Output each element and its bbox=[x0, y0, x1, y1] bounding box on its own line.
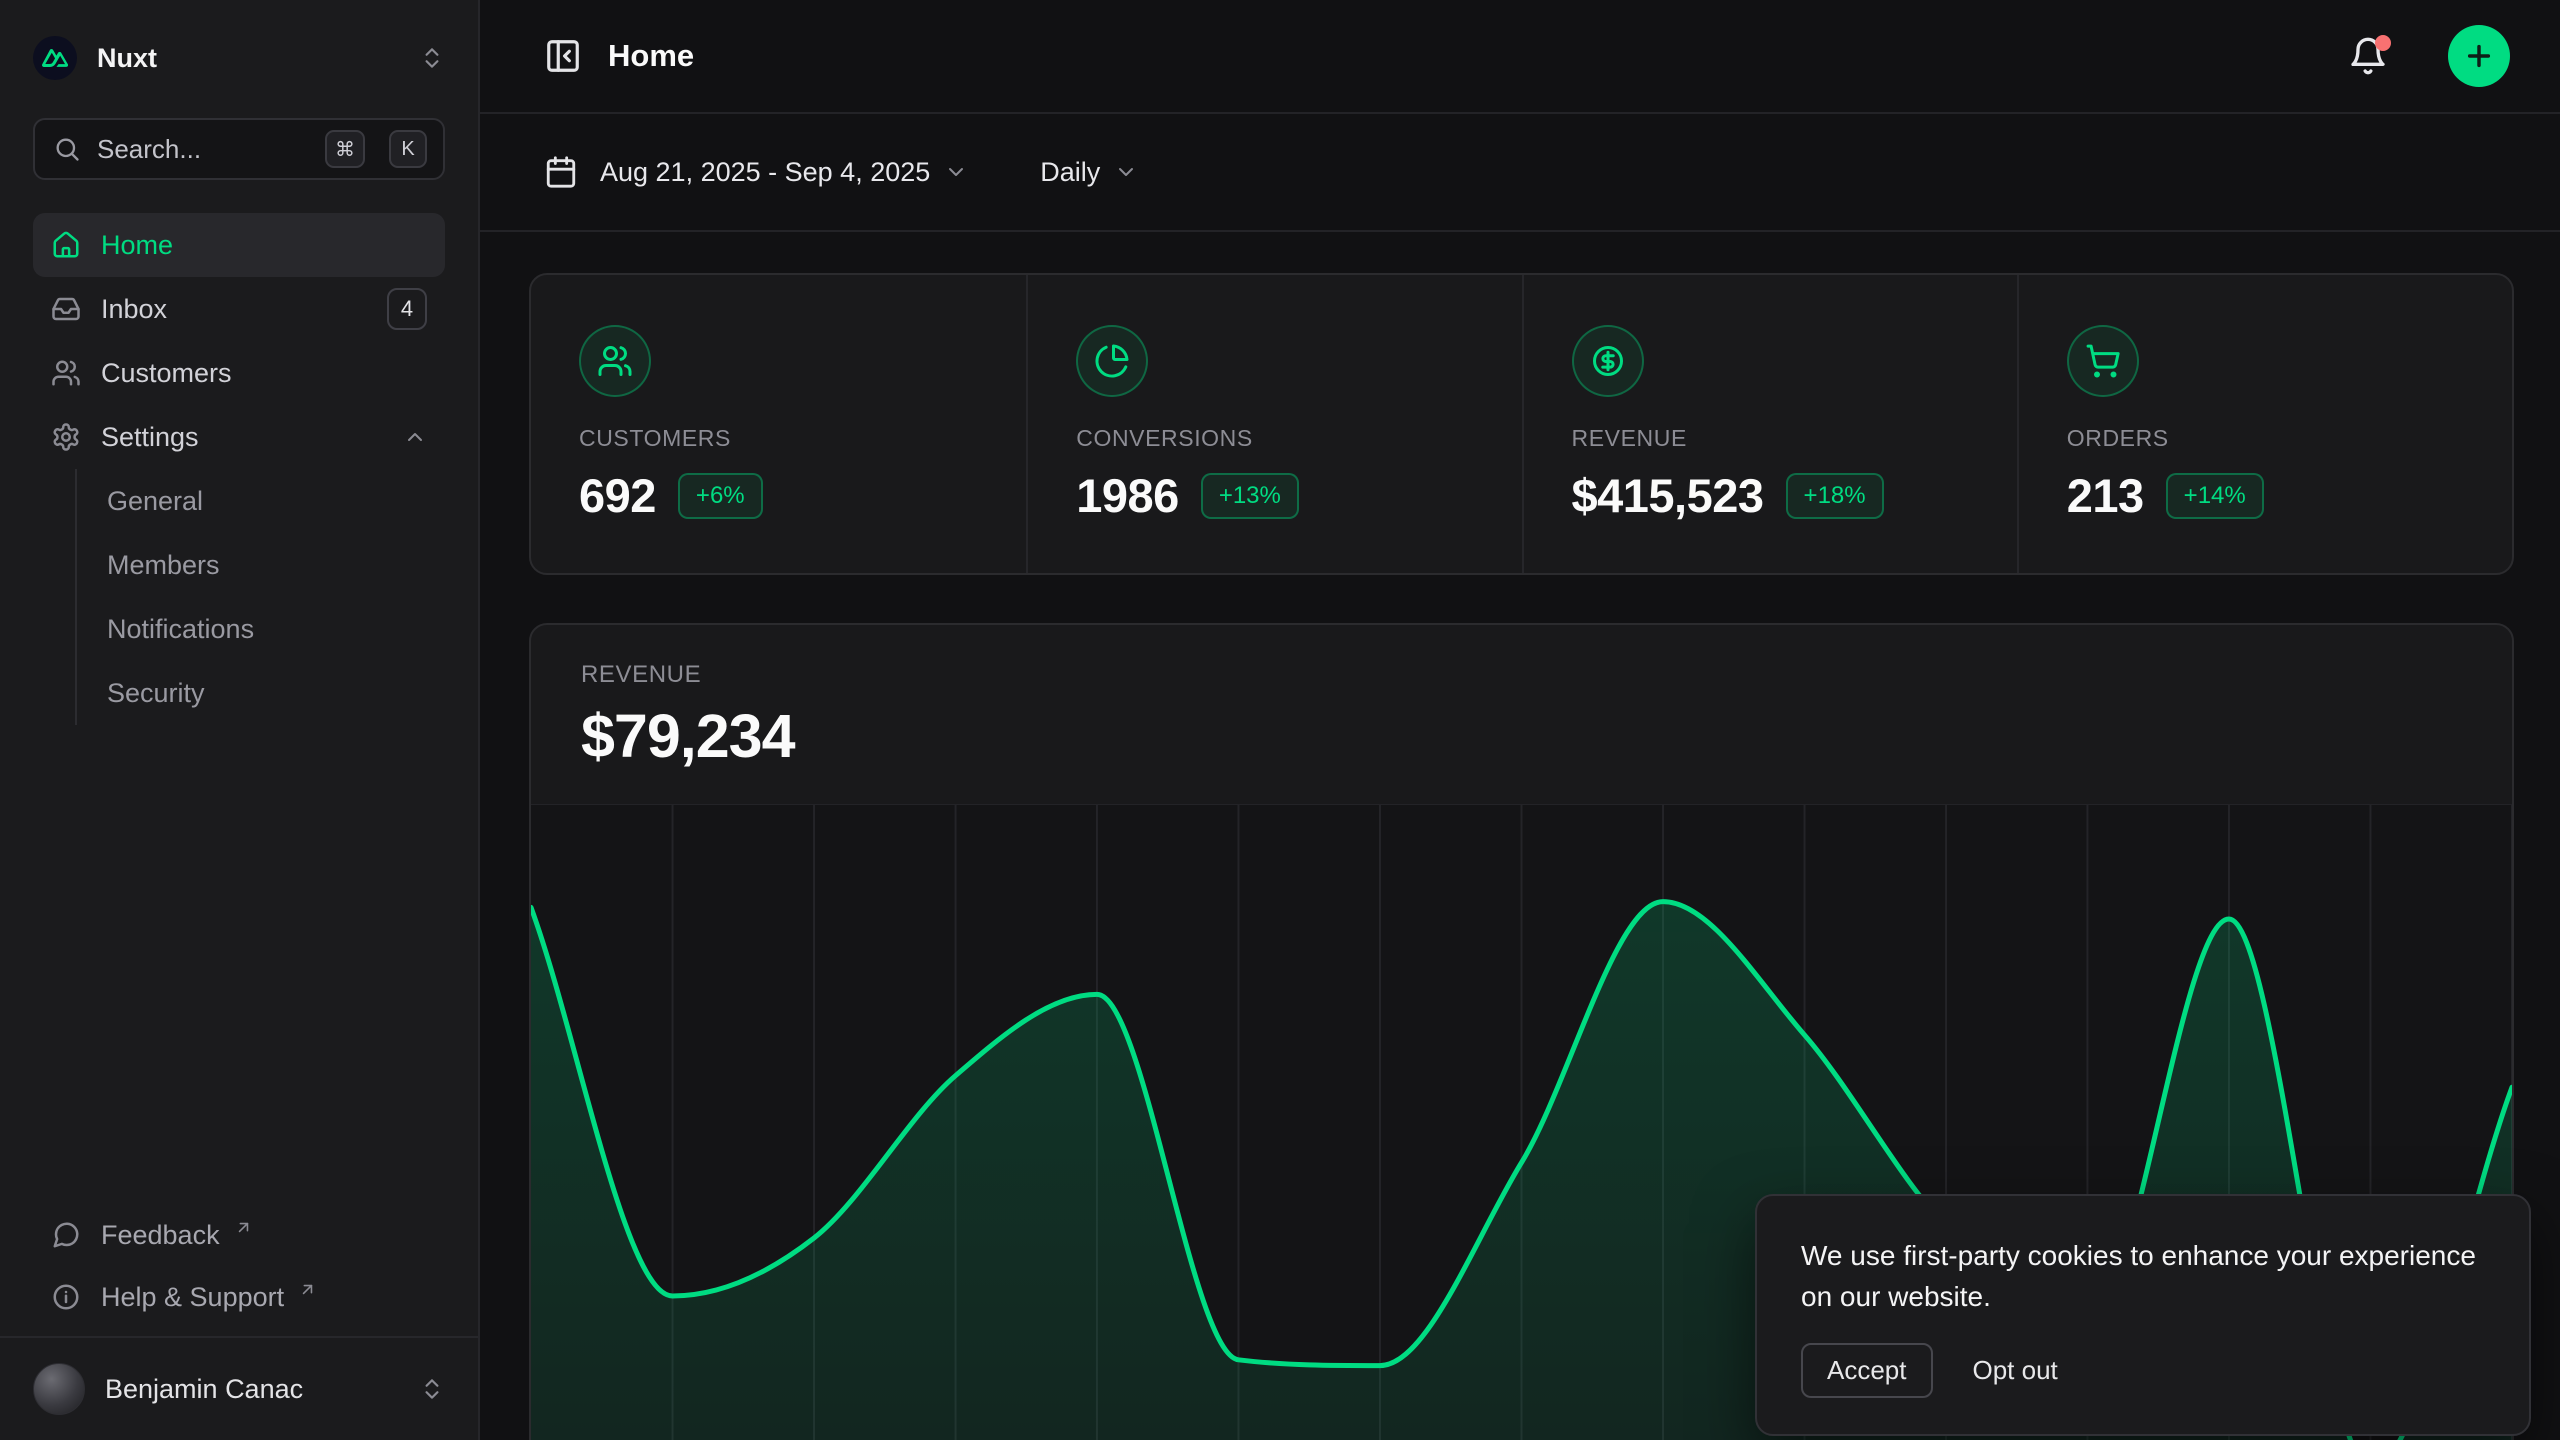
stat-icon-circle bbox=[579, 325, 651, 397]
sidebar-item-label: Security bbox=[107, 678, 205, 709]
revenue-label: REVENUE bbox=[581, 661, 2462, 689]
search-placeholder: Search... bbox=[97, 134, 309, 165]
optout-cookies-button[interactable]: Opt out bbox=[1973, 1355, 2058, 1386]
kbd-k: K bbox=[389, 130, 427, 168]
stat-customers[interactable]: CUSTOMERS 692 +6% bbox=[531, 275, 1026, 573]
page-title: Home bbox=[608, 38, 2322, 74]
revenue-card-header: REVENUE $79,234 bbox=[531, 625, 2512, 804]
user-avatar bbox=[33, 1363, 85, 1415]
granularity-label: Daily bbox=[1040, 157, 1100, 188]
calendar-icon bbox=[544, 155, 578, 189]
sidebar-item-general[interactable]: General bbox=[107, 469, 445, 533]
notification-dot bbox=[2375, 35, 2391, 51]
info-icon bbox=[51, 1282, 81, 1312]
sidebar-item-security[interactable]: Security bbox=[107, 661, 445, 725]
stat-orders[interactable]: ORDERS 213 +14% bbox=[2017, 275, 2512, 573]
stat-delta-badge: +6% bbox=[678, 473, 763, 519]
users-icon bbox=[51, 358, 81, 388]
kbd-cmd: ⌘ bbox=[325, 130, 365, 168]
sidebar-item-label: Home bbox=[101, 230, 427, 261]
sidebar-item-label: Inbox bbox=[101, 294, 367, 325]
help-support-link[interactable]: Help & Support bbox=[33, 1266, 445, 1328]
feedback-link[interactable]: Feedback bbox=[33, 1204, 445, 1266]
sidebar: Nuxt Search... ⌘ K Home Inbox 4 Customer… bbox=[0, 0, 480, 1440]
inbox-icon bbox=[51, 294, 81, 324]
sidebar-item-customers[interactable]: Customers bbox=[33, 341, 445, 405]
search-icon bbox=[53, 135, 81, 163]
stats-card: CUSTOMERS 692 +6% CONVERSIONS 1986 +13% bbox=[529, 273, 2514, 575]
stat-icon-circle bbox=[1076, 325, 1148, 397]
gear-icon bbox=[51, 422, 81, 452]
chevron-up-icon bbox=[403, 425, 427, 449]
nuxt-logo-icon bbox=[33, 36, 77, 80]
stat-conversions[interactable]: CONVERSIONS 1986 +13% bbox=[1026, 275, 1521, 573]
date-range-label: Aug 21, 2025 - Sep 4, 2025 bbox=[600, 157, 930, 188]
plus-icon bbox=[2463, 40, 2495, 72]
shopping-cart-icon bbox=[2085, 343, 2121, 379]
message-circle-icon bbox=[51, 1220, 81, 1250]
granularity-select[interactable]: Daily bbox=[1040, 157, 1138, 188]
stat-label: CUSTOMERS bbox=[579, 425, 978, 452]
sidebar-item-label: Settings bbox=[101, 422, 383, 453]
external-link-icon bbox=[234, 1218, 253, 1237]
user-menu[interactable]: Benjamin Canac bbox=[0, 1338, 478, 1440]
add-button[interactable] bbox=[2448, 25, 2510, 87]
sidebar-item-notifications[interactable]: Notifications bbox=[107, 597, 445, 661]
sidebar-item-label: Notifications bbox=[107, 614, 254, 645]
inbox-count-badge: 4 bbox=[387, 288, 427, 330]
stat-label: REVENUE bbox=[1572, 425, 1969, 452]
stat-label: ORDERS bbox=[2067, 425, 2464, 452]
external-link-icon bbox=[298, 1280, 317, 1299]
sidebar-item-inbox[interactable]: Inbox 4 bbox=[33, 277, 445, 341]
revenue-value: $79,234 bbox=[581, 701, 2462, 771]
stat-value: 692 bbox=[579, 468, 656, 523]
collapse-sidebar-icon[interactable] bbox=[544, 37, 582, 75]
cookie-actions: Accept Opt out bbox=[1801, 1343, 2485, 1398]
stat-value: 213 bbox=[2067, 468, 2144, 523]
stat-delta-badge: +18% bbox=[1786, 473, 1884, 519]
stat-value: 1986 bbox=[1076, 468, 1179, 523]
sidebar-spacer bbox=[0, 725, 478, 1204]
page-header: Home bbox=[480, 0, 2560, 114]
sidebar-item-home[interactable]: Home bbox=[33, 213, 445, 277]
chevron-down-icon bbox=[944, 160, 968, 184]
user-name: Benjamin Canac bbox=[105, 1374, 399, 1405]
sidebar-item-settings[interactable]: Settings bbox=[33, 405, 445, 469]
sidebar-item-label: Customers bbox=[101, 358, 427, 389]
users-icon bbox=[597, 343, 633, 379]
help-support-label: Help & Support bbox=[101, 1282, 284, 1313]
workspace-name: Nuxt bbox=[97, 43, 399, 74]
stat-delta-badge: +14% bbox=[2166, 473, 2264, 519]
cookie-banner: We use first-party cookies to enhance yo… bbox=[1755, 1194, 2531, 1436]
dashboard-app: Nuxt Search... ⌘ K Home Inbox 4 Customer… bbox=[0, 0, 2560, 1440]
notifications-button[interactable] bbox=[2348, 36, 2388, 76]
feedback-label: Feedback bbox=[101, 1220, 220, 1251]
chevrons-up-down-icon bbox=[419, 45, 445, 71]
chevron-down-icon bbox=[1114, 160, 1138, 184]
workspace-switcher[interactable]: Nuxt bbox=[0, 10, 478, 106]
search-input[interactable]: Search... ⌘ K bbox=[33, 118, 445, 180]
sidebar-nav: Home Inbox 4 Customers Settings General … bbox=[33, 213, 445, 725]
filters-toolbar: Aug 21, 2025 - Sep 4, 2025 Daily bbox=[480, 114, 2560, 232]
settings-submenu: General Members Notifications Security bbox=[75, 469, 445, 725]
cookie-message: We use first-party cookies to enhance yo… bbox=[1801, 1236, 2485, 1317]
accept-cookies-button[interactable]: Accept bbox=[1801, 1343, 1933, 1398]
sidebar-item-label: Members bbox=[107, 550, 220, 581]
sidebar-footer-links: Feedback Help & Support bbox=[0, 1204, 478, 1336]
chart-pie-icon bbox=[1094, 343, 1130, 379]
sidebar-item-label: General bbox=[107, 486, 203, 517]
date-range-picker[interactable]: Aug 21, 2025 - Sep 4, 2025 bbox=[544, 155, 968, 189]
stat-icon-circle bbox=[1572, 325, 1644, 397]
home-icon bbox=[51, 230, 81, 260]
sidebar-item-members[interactable]: Members bbox=[107, 533, 445, 597]
stat-icon-circle bbox=[2067, 325, 2139, 397]
stat-revenue[interactable]: REVENUE $415,523 +18% bbox=[1522, 275, 2017, 573]
circle-dollar-icon bbox=[1590, 343, 1626, 379]
chevrons-up-down-icon bbox=[419, 1376, 445, 1402]
stat-value: $415,523 bbox=[1572, 468, 1764, 523]
stat-delta-badge: +13% bbox=[1201, 473, 1299, 519]
stat-label: CONVERSIONS bbox=[1076, 425, 1473, 452]
